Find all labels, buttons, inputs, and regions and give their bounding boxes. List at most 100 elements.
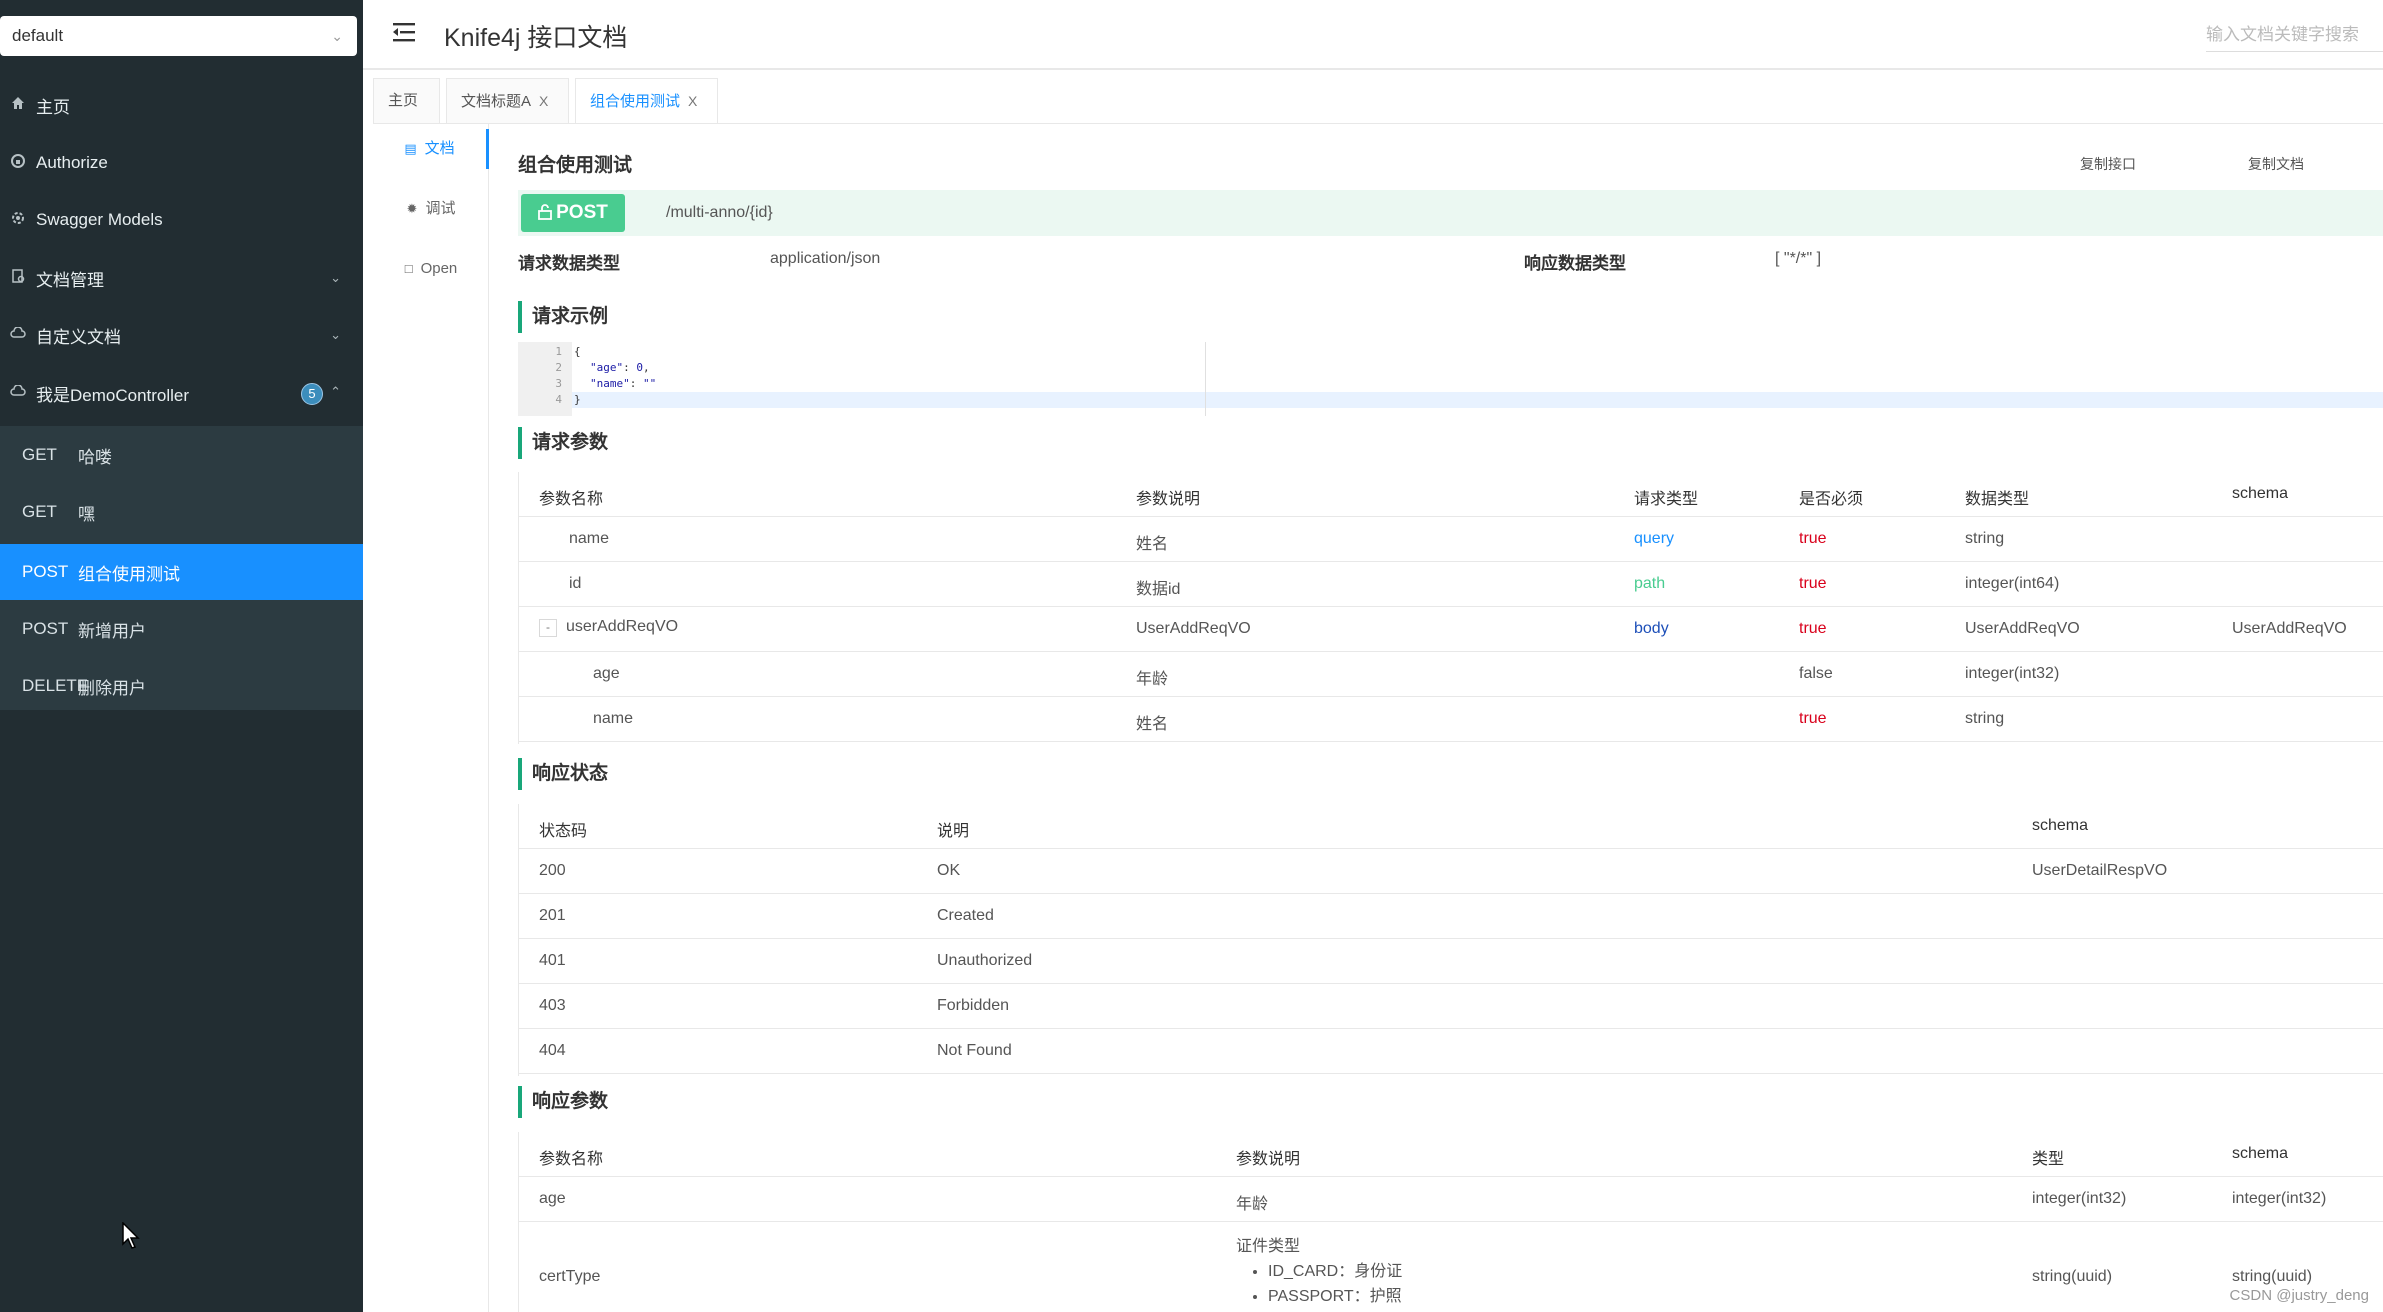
docnav-open[interactable]: □ Open	[373, 249, 489, 289]
code-value: ""	[643, 377, 657, 390]
status-code: 404	[539, 1042, 566, 1059]
table-row: name 姓名 query true string	[519, 517, 2383, 562]
doc-manage-icon	[0, 268, 36, 288]
status-desc: OK	[937, 862, 961, 879]
sidebar-item-custom-docs[interactable]: 自定义文档 ⌄	[0, 307, 363, 363]
close-icon[interactable]: X	[688, 93, 697, 109]
group-select[interactable]: default ⌄	[0, 16, 357, 56]
line-number: 4	[555, 393, 562, 406]
chevron-down-icon: ⌄	[331, 28, 343, 44]
param-type: string	[1965, 530, 2005, 547]
col-header: 是否必须	[1799, 491, 1864, 508]
docnav-debug[interactable]: ✹ 调试	[373, 189, 489, 229]
api-item-post-add-user[interactable]: POST 新增用户	[0, 601, 363, 657]
code-editor[interactable]: 1 2 3 4 { "age": 0, "name": "" }	[518, 342, 2383, 416]
param-desc: 姓名	[1136, 536, 1169, 553]
param-name: userAddReqVO	[566, 618, 679, 635]
col-header: schema	[2232, 485, 2289, 502]
table-row: id 数据id path true integer(int64)	[519, 562, 2383, 607]
code-key: "age"	[590, 361, 624, 374]
param-in: body	[1634, 620, 1669, 637]
api-method: GET	[22, 502, 57, 521]
app-title: Knife4j 接口文档	[444, 24, 628, 52]
param-required: true	[1799, 575, 1827, 592]
cloud-icon	[0, 326, 36, 344]
param-required: true	[1799, 530, 1827, 547]
code-value: 0	[636, 361, 643, 374]
col-header: 数据类型	[1965, 491, 2030, 508]
col-header: 类型	[2032, 1151, 2065, 1168]
line-number: 1	[555, 345, 562, 358]
enum-list: ID_CARD：身份证 PASSPORT：护照	[1220, 1259, 1402, 1309]
count-badge: 5	[301, 383, 323, 405]
table-row: name 姓名 true string	[519, 697, 2383, 742]
tab-home[interactable]: 主页	[373, 78, 440, 124]
param-desc: 年龄	[1136, 671, 1169, 688]
tab-label: 文档标题A	[461, 93, 532, 110]
doc-search-input[interactable]: 输入文档关键字搜索	[2206, 16, 2383, 52]
api-method: POST	[22, 562, 69, 581]
api-item-get-hey[interactable]: GET 嘿	[0, 484, 363, 540]
docnav-label: 文档	[424, 140, 455, 157]
col-header: 说明	[937, 823, 970, 840]
param-in: query	[1634, 530, 1675, 547]
tab-doc-title-a[interactable]: 文档标题A X	[446, 78, 569, 124]
copy-doc-button[interactable]: 复制文档	[2248, 154, 2304, 174]
api-label: 组合使用测试	[78, 564, 180, 584]
col-header: 参数说明	[1136, 491, 1201, 508]
table-header: 参数名称 参数说明 请求类型 是否必须 数据类型 schema	[519, 472, 2383, 517]
api-item-delete-user[interactable]: DELETE 删除用户	[0, 658, 363, 714]
line-number: 3	[555, 377, 562, 390]
divider	[373, 123, 2383, 124]
copy-api-button[interactable]: 复制接口	[2080, 154, 2136, 174]
param-type: string	[1965, 710, 2005, 727]
tab-label: 主页	[388, 92, 419, 109]
sidebar-item-label: Authorize	[36, 153, 108, 172]
sidebar-item-label: Swagger Models	[36, 210, 163, 229]
api-item-get-hello[interactable]: GET 哈喽	[0, 427, 363, 483]
close-icon[interactable]: X	[539, 93, 548, 109]
response-type-value: [ "*/*" ]	[1775, 250, 1822, 267]
status-desc: Forbidden	[937, 997, 1010, 1014]
sidebar-item-label: 文档管理	[36, 270, 104, 290]
document-icon: ▤	[404, 141, 417, 156]
status-desc: Unauthorized	[937, 952, 1033, 969]
api-method: GET	[22, 445, 57, 464]
sidebar: default ⌄ 主页 Authorize Swagger Models 文档…	[0, 0, 363, 1312]
code-line: }	[574, 393, 581, 406]
lock-icon	[0, 153, 36, 173]
api-label: 哈喽	[78, 447, 112, 467]
table-header: 状态码 说明 schema	[519, 804, 2383, 849]
request-params-table: 参数名称 参数说明 请求类型 是否必须 数据类型 schema name 姓名 …	[518, 472, 2383, 744]
param-name: age	[593, 665, 620, 682]
param-desc: UserAddReqVO	[1136, 620, 1251, 637]
param-required: false	[1799, 665, 1833, 682]
sidebar-item-swagger-models[interactable]: Swagger Models	[0, 192, 363, 248]
code-line: {	[574, 345, 581, 358]
docnav-doc[interactable]: ▤ 文档	[373, 129, 489, 169]
tab-label: 组合使用测试	[590, 93, 681, 110]
request-type-value: application/json	[770, 250, 881, 267]
param-desc: 年龄	[1236, 1196, 1269, 1213]
print-margin	[1205, 342, 1206, 416]
status-code: 201	[539, 907, 566, 924]
menu-toggle-icon[interactable]	[393, 22, 415, 42]
sidebar-item-home[interactable]: 主页	[0, 77, 363, 133]
tab-combo-test[interactable]: 组合使用测试 X	[575, 78, 718, 124]
sidebar-item-doc-manage[interactable]: 文档管理 ⌄	[0, 250, 363, 306]
active-line-highlight	[572, 392, 2383, 408]
code-line: "name": ""	[590, 377, 657, 390]
section-response-status: 响应状态	[518, 758, 608, 790]
collapse-toggle[interactable]: -	[539, 619, 557, 637]
table-row: 404 Not Found	[519, 1029, 2383, 1074]
code-key: "name"	[590, 377, 630, 390]
param-name: certType	[539, 1268, 601, 1285]
sidebar-item-authorize[interactable]: Authorize	[0, 135, 363, 191]
api-item-post-combo[interactable]: POST 组合使用测试	[0, 544, 363, 600]
sidebar-item-democontroller[interactable]: 我是DemoController 5 ⌃	[0, 365, 363, 421]
table-row: 403 Forbidden	[519, 984, 2383, 1029]
method-badge: POST	[521, 194, 625, 232]
bug-icon: ✹	[406, 201, 418, 216]
col-header: 参数名称	[539, 1151, 604, 1168]
param-desc: 数据id	[1136, 581, 1181, 598]
